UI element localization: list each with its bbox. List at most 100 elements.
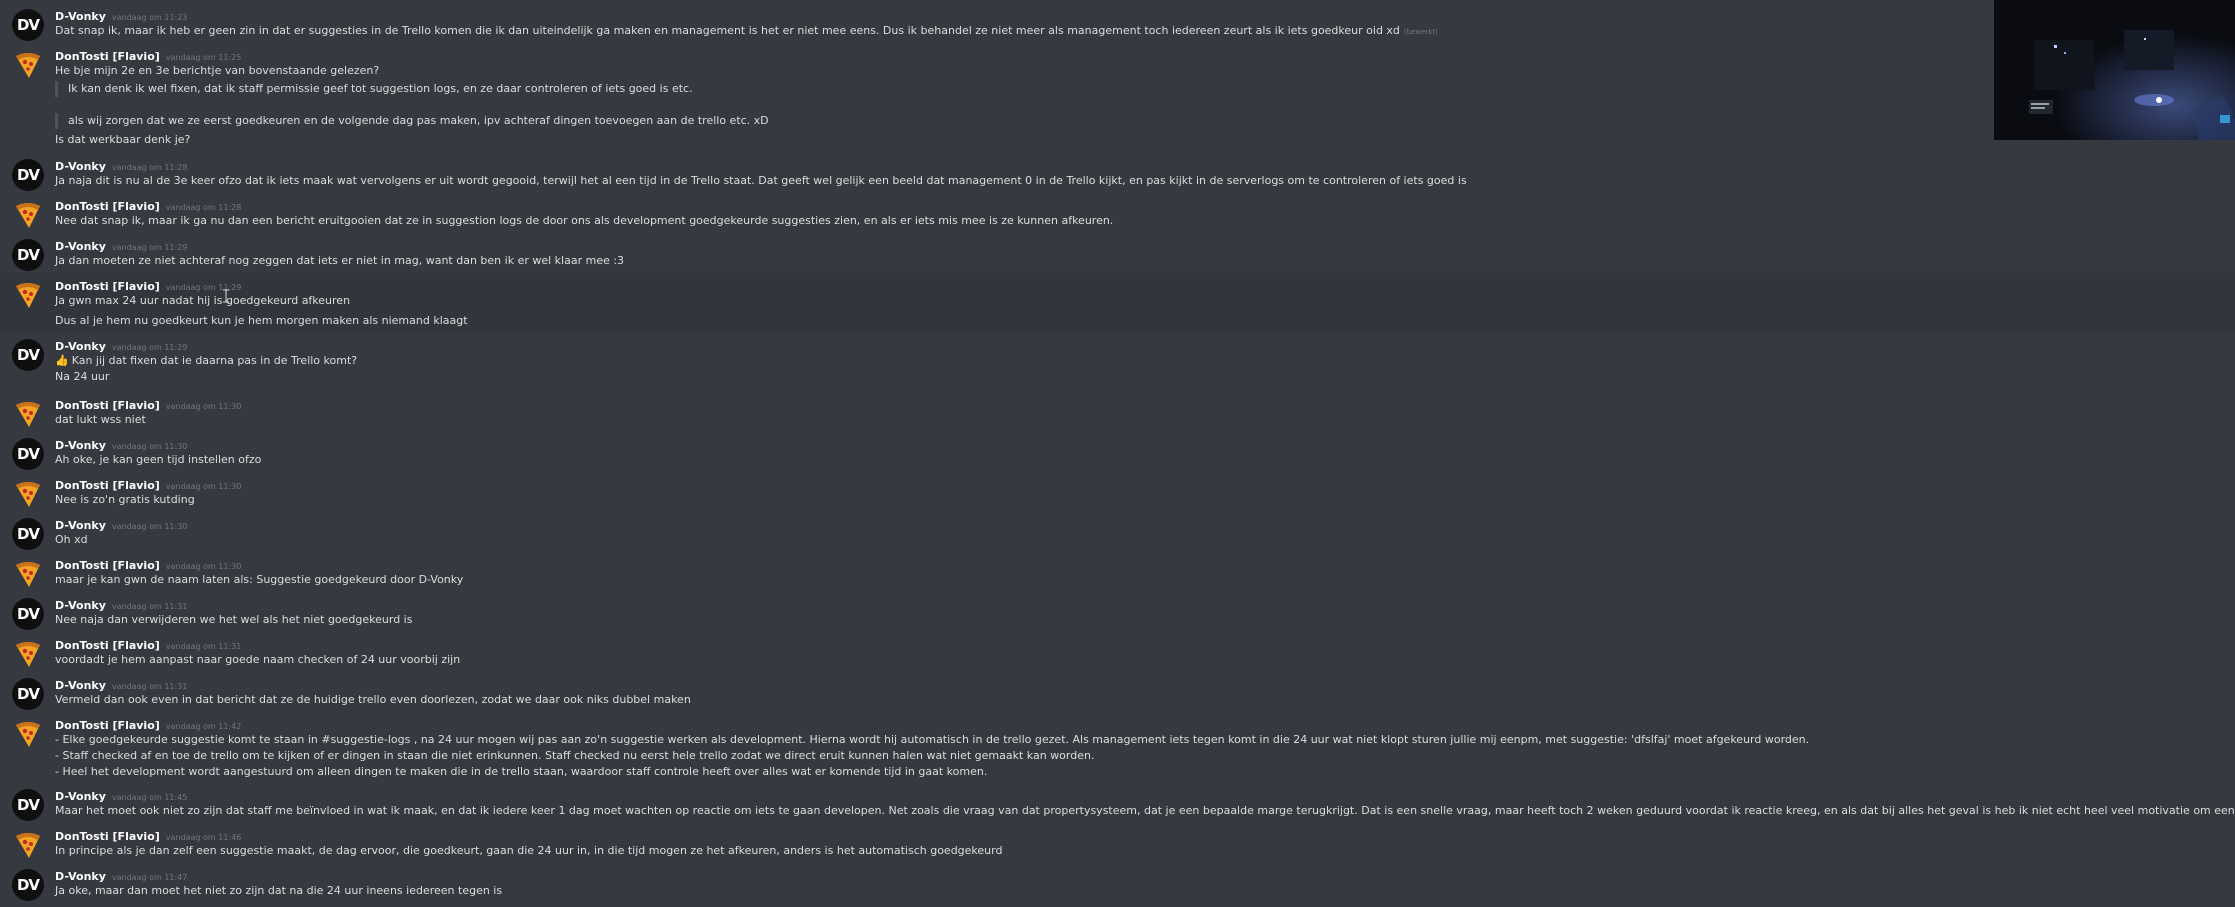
- message[interactable]: DonTosti [Flavio]: [0, 900, 2235, 907]
- avatar[interactable]: DV: [12, 438, 44, 470]
- message[interactable]: DonTosti [Flavio] vandaag om 11:42 - Elke …: [0, 712, 2235, 783]
- message[interactable]: DonTosti [Flavio] vandaag om 11:30 maar je…: [0, 552, 2235, 592]
- username[interactable]: DonTosti [Flavio]: [55, 399, 160, 412]
- message[interactable]: DonTosti [Flavio] vandaag om 11:30 Nee is …: [0, 472, 2235, 512]
- message[interactable]: DV D-Vonky vandaag om 11:31 Nee naja dan ve…: [0, 592, 2235, 632]
- message[interactable]: DonTosti [Flavio] vandaag om 11:31 voordad…: [0, 632, 2235, 672]
- message-text-content: Kan jij dat fixen dat ie daarna pas in d…: [71, 354, 358, 367]
- username[interactable]: DonTosti [Flavio]: [55, 50, 160, 63]
- avatar[interactable]: [12, 279, 44, 311]
- message[interactable]: DV D-Vonky vandaag om 11:47 Ja oke, maar da…: [0, 863, 2235, 901]
- message-text-content: Ja gwn max 24 uur nadat hij is goedgekeu…: [55, 294, 351, 307]
- avatar[interactable]: DV: [12, 518, 44, 550]
- pizza-icon: [16, 53, 40, 78]
- avatar-initials: DV: [16, 876, 40, 894]
- game-scene-image: [1994, 0, 2235, 140]
- video-overlay[interactable]: [1994, 0, 2235, 140]
- avatar[interactable]: [12, 638, 44, 670]
- avatar[interactable]: DV: [12, 789, 44, 821]
- message[interactable]: DV D-Vonky vandaag om 11:30 Oh xd: [0, 512, 2235, 552]
- avatar[interactable]: DV: [12, 9, 44, 41]
- username[interactable]: DonTosti [Flavio]: [55, 830, 160, 843]
- avatar-initials: DV: [16, 605, 40, 623]
- avatar[interactable]: [12, 718, 44, 750]
- message[interactable]: DV D-Vonky vandaag om 11:29 Ja dan moeten z…: [0, 233, 2235, 273]
- message-text-content: Ja naja dit is nu al de 3e keer ofzo dat…: [55, 174, 1467, 187]
- message[interactable]: DV D-Vonky vandaag om 11:31 Vermeld dan ook…: [0, 672, 2235, 712]
- message-text-content: dat lukt wss niet: [55, 413, 146, 426]
- message[interactable]: DonTosti [Flavio] vandaag om 11:25 He bje …: [0, 43, 2235, 153]
- timestamp: vandaag om 11:31: [111, 682, 188, 691]
- username[interactable]: D-Vonky: [55, 439, 106, 452]
- username[interactable]: DonTosti [Flavio]: [55, 719, 160, 732]
- message-header: D-Vonky vandaag om 11:29: [55, 237, 187, 253]
- pizza-icon: [16, 402, 40, 427]
- message[interactable]: DonTosti [Flavio] vandaag om 11:28 Nee dat…: [0, 193, 2235, 233]
- username[interactable]: D-Vonky: [55, 790, 106, 803]
- message-header: D-Vonky vandaag om 11:28: [55, 157, 187, 173]
- username[interactable]: D-Vonky: [55, 240, 106, 253]
- message-text: Ja naja dit is nu al de 3e keer ofzo dat…: [55, 173, 1467, 189]
- timestamp: vandaag om 11:30: [165, 562, 242, 571]
- message-header: D-Vonky vandaag om 11:31: [55, 676, 187, 692]
- username[interactable]: D-Vonky: [55, 870, 106, 883]
- message-text-content: Nee is zo'n gratis kutding: [55, 493, 195, 506]
- message-text-content: Dus al je hem nu goedkeurt kun je hem mo…: [55, 314, 468, 327]
- avatar[interactable]: DV: [12, 678, 44, 710]
- message-text-content: Ah oke, je kan geen tijd instellen ofzo: [55, 453, 262, 466]
- message-text: - Heel het development wordt aangestuurd…: [55, 764, 987, 780]
- message-text-content: Maar het moet ook niet zo zijn dat staff…: [55, 804, 2235, 817]
- avatar[interactable]: DV: [12, 598, 44, 630]
- message-text-content: voordadt je hem aanpast naar goede naam …: [55, 653, 461, 666]
- text-cursor-icon: [223, 289, 229, 303]
- username[interactable]: D-Vonky: [55, 10, 106, 23]
- avatar[interactable]: DV: [12, 339, 44, 371]
- username[interactable]: DonTosti [Flavio]: [55, 479, 160, 492]
- message[interactable]: DV D-Vonky vandaag om 11:45 Maar het moet o…: [0, 783, 2235, 823]
- message-header: DonTosti [Flavio] vandaag om 11:30: [55, 396, 241, 412]
- message-header: DonTosti [Flavio] vandaag om 11:30: [55, 556, 241, 572]
- avatar-initials: DV: [16, 246, 40, 264]
- message-text: voordadt je hem aanpast naar goede naam …: [55, 652, 460, 668]
- message[interactable]: DonTosti [Flavio] vandaag om 11:29 Ja gwn …: [0, 273, 2235, 333]
- message-text: Dus al je hem nu goedkeurt kun je hem mo…: [55, 313, 468, 329]
- message-text-content: Ja dan moeten ze niet achteraf nog zegge…: [55, 254, 625, 267]
- timestamp: vandaag om 11:47: [111, 873, 188, 882]
- username[interactable]: D-Vonky: [55, 599, 106, 612]
- username[interactable]: DonTosti [Flavio]: [55, 639, 160, 652]
- message-text: In principe als je dan zelf een suggesti…: [55, 843, 1002, 859]
- avatar[interactable]: [12, 49, 44, 81]
- message[interactable]: DonTosti [Flavio] vandaag om 11:46 In prin…: [0, 823, 2235, 863]
- username[interactable]: DonTosti [Flavio]: [55, 200, 160, 213]
- message[interactable]: DV D-Vonky vandaag om 11:29 👍 Kan jij dat fi…: [0, 333, 2235, 392]
- avatar[interactable]: [12, 829, 44, 861]
- message-text: - Elke goedgekeurde suggestie komt te st…: [55, 732, 1809, 748]
- avatar[interactable]: [12, 199, 44, 231]
- timestamp: vandaag om 11:28: [111, 163, 188, 172]
- message[interactable]: DonTosti [Flavio] vandaag om 11:30 dat luk…: [0, 392, 2235, 432]
- message[interactable]: DV D-Vonky vandaag om 11:28 Ja naja dit is …: [0, 153, 2235, 193]
- avatar[interactable]: [12, 478, 44, 510]
- message-text-content: Nee naja dan verwijderen we het wel als …: [55, 613, 413, 626]
- avatar[interactable]: [12, 558, 44, 590]
- avatar[interactable]: DV: [12, 239, 44, 271]
- avatar[interactable]: DV: [12, 159, 44, 191]
- message[interactable]: DV D-Vonky vandaag om 11:30 Ah oke, je kan …: [0, 432, 2235, 472]
- username[interactable]: DonTosti [Flavio]: [55, 559, 160, 572]
- username[interactable]: D-Vonky: [55, 160, 106, 173]
- avatar[interactable]: [12, 398, 44, 430]
- avatar-initials: DV: [16, 525, 40, 543]
- message-text: Ja dan moeten ze niet achteraf nog zegge…: [55, 253, 624, 269]
- message-text: Ja oke, maar dan moet het niet zo zijn d…: [55, 883, 502, 899]
- message-header: DonTosti [Flavio] vandaag om 11:28: [55, 197, 241, 213]
- avatar-initials: DV: [16, 445, 40, 463]
- username[interactable]: D-Vonky: [55, 340, 106, 353]
- message[interactable]: DV D-Vonky vandaag om 11:23 Dat snap ik, ma…: [0, 3, 2235, 43]
- message-list: DV D-Vonky vandaag om 11:23 Dat snap ik, ma…: [0, 0, 2235, 907]
- username[interactable]: D-Vonky: [55, 519, 106, 532]
- username[interactable]: DonTosti [Flavio]: [55, 280, 160, 293]
- timestamp: vandaag om 11:31: [111, 602, 188, 611]
- avatar[interactable]: DV: [12, 869, 44, 901]
- message-header: D-Vonky vandaag om 11:30: [55, 436, 187, 452]
- username[interactable]: D-Vonky: [55, 679, 106, 692]
